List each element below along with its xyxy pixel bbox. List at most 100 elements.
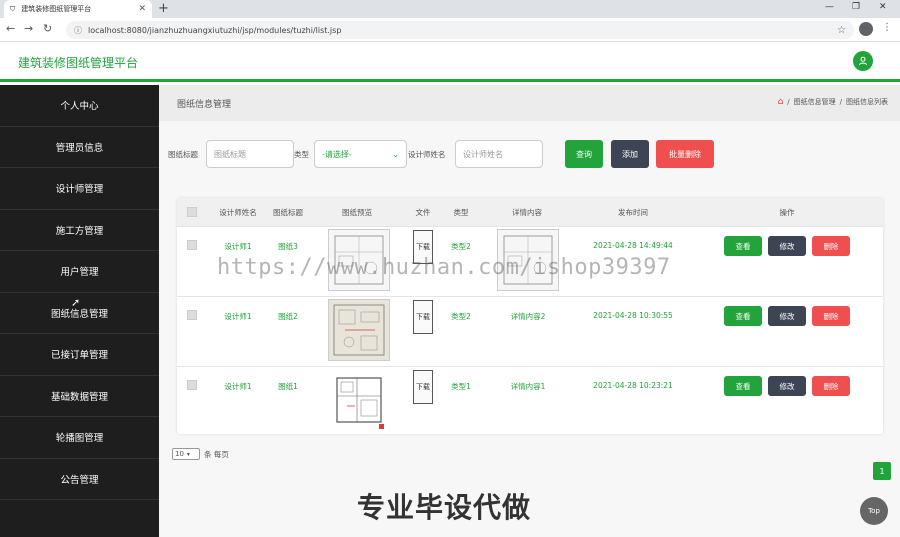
site-info-icon[interactable]: ⓘ — [74, 25, 82, 36]
minimize-icon[interactable]: — — [825, 2, 834, 12]
page-title: 图纸信息管理 — [177, 100, 232, 110]
col-header-actions: 操作 — [779, 208, 795, 217]
col-header-designer: 设计师姓名 — [219, 208, 257, 217]
breadcrumb-item-drawing-list: 图纸信息列表 — [846, 98, 888, 106]
batch-delete-button[interactable]: 批量删除 — [656, 140, 714, 168]
sidebar-item-personal-center[interactable]: 个人中心 — [0, 85, 159, 127]
query-button[interactable]: 查询 — [565, 140, 603, 168]
chevron-down-icon: ▾ — [186, 450, 190, 458]
view-button[interactable]: 查看 — [724, 376, 762, 396]
window-close-icon[interactable]: ✕ — [879, 2, 887, 12]
breadcrumb-separator: / — [787, 98, 790, 106]
url-text: localhost:8080/jianzhuzhuangxiutuzhi/jsp… — [88, 25, 342, 35]
col-header-type: 类型 — [453, 208, 469, 217]
sidebar-item-basic-data-management[interactable]: 基础数据管理 — [0, 376, 159, 417]
designer-label: 设计师姓名 — [408, 150, 446, 159]
edit-button[interactable]: 修改 — [768, 306, 806, 326]
row-checkbox[interactable] — [187, 240, 197, 250]
type-select[interactable]: -请选择- ⌄ — [314, 140, 407, 168]
title-cell: 图纸2 — [278, 312, 298, 321]
maximize-icon[interactable]: ❐ — [852, 2, 860, 12]
type-label: 类型 — [294, 150, 309, 159]
sidebar-item-carousel-management[interactable]: 轮播图管理 — [0, 417, 159, 459]
back-to-top-button[interactable]: Top — [860, 497, 888, 525]
title-cell: 图纸1 — [278, 382, 298, 391]
sidebar-item-notice-management[interactable]: 公告管理 — [0, 459, 159, 500]
app-title: 建筑装修图纸管理平台 — [18, 56, 139, 70]
col-header-title: 图纸标题 — [273, 208, 303, 217]
col-header-detail: 详情内容 — [512, 208, 542, 217]
pagination-size: 10 ▾ 条 每页 — [172, 448, 229, 460]
page-number-button[interactable]: 1 — [873, 462, 891, 480]
sidebar-item-contractor-management[interactable]: 施工方管理 — [0, 210, 159, 251]
reload-icon[interactable]: ↻ — [43, 22, 52, 35]
table-row: 设计师1 图纸2 下载 类型2 详情内容2 2021-04-28 10:30:5… — [177, 296, 883, 366]
edit-button[interactable]: 修改 — [768, 376, 806, 396]
sidebar-item-user-management[interactable]: 用户管理 — [0, 251, 159, 293]
watermark-text: https://www.huzhan.com/ishop39397 — [217, 255, 671, 280]
user-avatar-icon[interactable] — [853, 51, 873, 71]
address-bar: ← → ↻ ⓘ localhost:8080/jianzhuzhuangxiut… — [0, 18, 900, 42]
page-size-value: 10 — [175, 450, 184, 458]
table-row: 设计师1 图纸1 下载 类型1 详情内容1 2021-04-28 10:23:2… — [177, 366, 883, 434]
chevron-down-icon: ⌄ — [392, 149, 399, 159]
page-size-select[interactable]: 10 ▾ — [172, 448, 200, 460]
new-tab-icon[interactable]: + — [158, 1, 169, 16]
designer-cell: 设计师1 — [224, 382, 252, 391]
profile-avatar-icon[interactable] — [859, 22, 873, 36]
select-all-checkbox[interactable] — [187, 207, 197, 217]
row-checkbox[interactable] — [187, 380, 197, 390]
type-cell: 类型2 — [451, 242, 471, 251]
type-cell: 类型1 — [451, 382, 471, 391]
view-button[interactable]: 查看 — [724, 236, 762, 256]
drawing-preview-image[interactable] — [328, 299, 390, 361]
time-cell: 2021-04-28 10:23:21 — [593, 381, 673, 390]
row-checkbox[interactable] — [187, 310, 197, 320]
app-header: 建筑装修图纸管理平台 — [0, 42, 900, 82]
designer-search-input[interactable]: 设计师姓名 — [455, 140, 543, 168]
browser-tab[interactable]: ⛉ 建筑装修图纸管理平台 ✕ — [4, 0, 152, 18]
sidebar-item-order-management[interactable]: 已接订单管理 — [0, 334, 159, 376]
designer-cell: 设计师1 — [224, 312, 252, 321]
tab-close-icon[interactable]: ✕ — [138, 4, 146, 14]
browser-menu-icon[interactable]: ⋮ — [882, 22, 892, 33]
col-header-time: 发布时间 — [618, 208, 648, 217]
search-form: 图纸标题 图纸标题 类型 -请选择- ⌄ 设计师姓名 设计师姓名 查询 添加 批… — [159, 140, 900, 170]
designer-cell: 设计师1 — [224, 242, 252, 251]
forward-icon[interactable]: → — [24, 22, 33, 35]
drawings-table: 设计师姓名 图纸标题 图纸预览 文件 类型 详情内容 发布时间 操作 设计师1 … — [177, 198, 883, 434]
breadcrumb-item-drawing-management[interactable]: 图纸信息管理 — [794, 97, 836, 107]
mouse-cursor-icon: ➚ — [71, 296, 81, 309]
drawing-preview-image[interactable] — [328, 369, 390, 431]
main-content: 图纸信息管理 ⌂ / 图纸信息管理 / 图纸信息列表 图纸标题 图纸标题 类型 … — [159, 85, 900, 537]
breadcrumb-bar: 图纸信息管理 ⌂ / 图纸信息管理 / 图纸信息列表 — [159, 85, 900, 121]
breadcrumb-separator: / — [839, 98, 842, 106]
type-cell: 类型2 — [451, 312, 471, 321]
home-icon[interactable]: ⌂ — [778, 97, 784, 107]
table-header: 设计师姓名 图纸标题 图纸预览 文件 类型 详情内容 发布时间 操作 — [177, 198, 883, 226]
download-button[interactable]: 下载 — [413, 370, 433, 404]
view-button[interactable]: 查看 — [724, 306, 762, 326]
sidebar-item-admin-info[interactable]: 管理员信息 — [0, 127, 159, 168]
delete-button[interactable]: 删除 — [812, 376, 850, 396]
col-header-file: 文件 — [415, 208, 431, 217]
bookmark-star-icon[interactable]: ☆ — [837, 25, 846, 36]
sidebar-item-designer-management[interactable]: 设计师管理 — [0, 168, 159, 210]
tab-title: 建筑装修图纸管理平台 — [21, 5, 92, 13]
browser-tab-strip: ⛉ 建筑装修图纸管理平台 ✕ + — ❐ ✕ — [0, 0, 900, 18]
delete-button[interactable]: 删除 — [812, 306, 850, 326]
time-cell: 2021-04-28 14:49:44 — [593, 241, 673, 250]
breadcrumb: ⌂ / 图纸信息管理 / 图纸信息列表 — [778, 97, 888, 107]
type-select-value: -请选择- — [322, 149, 352, 159]
url-field[interactable]: ⓘ localhost:8080/jianzhuzhuangxiutuzhi/j… — [66, 21, 854, 39]
time-cell: 2021-04-28 10:30:55 — [593, 311, 673, 320]
promo-overlay-text: 专业毕设代做 — [357, 491, 532, 524]
add-button[interactable]: 添加 — [611, 140, 649, 168]
download-button[interactable]: 下载 — [413, 300, 433, 334]
col-header-preview: 图纸预览 — [342, 208, 372, 217]
title-label: 图纸标题 — [168, 150, 198, 159]
delete-button[interactable]: 删除 — [812, 236, 850, 256]
title-search-input[interactable]: 图纸标题 — [206, 140, 294, 168]
edit-button[interactable]: 修改 — [768, 236, 806, 256]
back-icon[interactable]: ← — [6, 22, 15, 35]
